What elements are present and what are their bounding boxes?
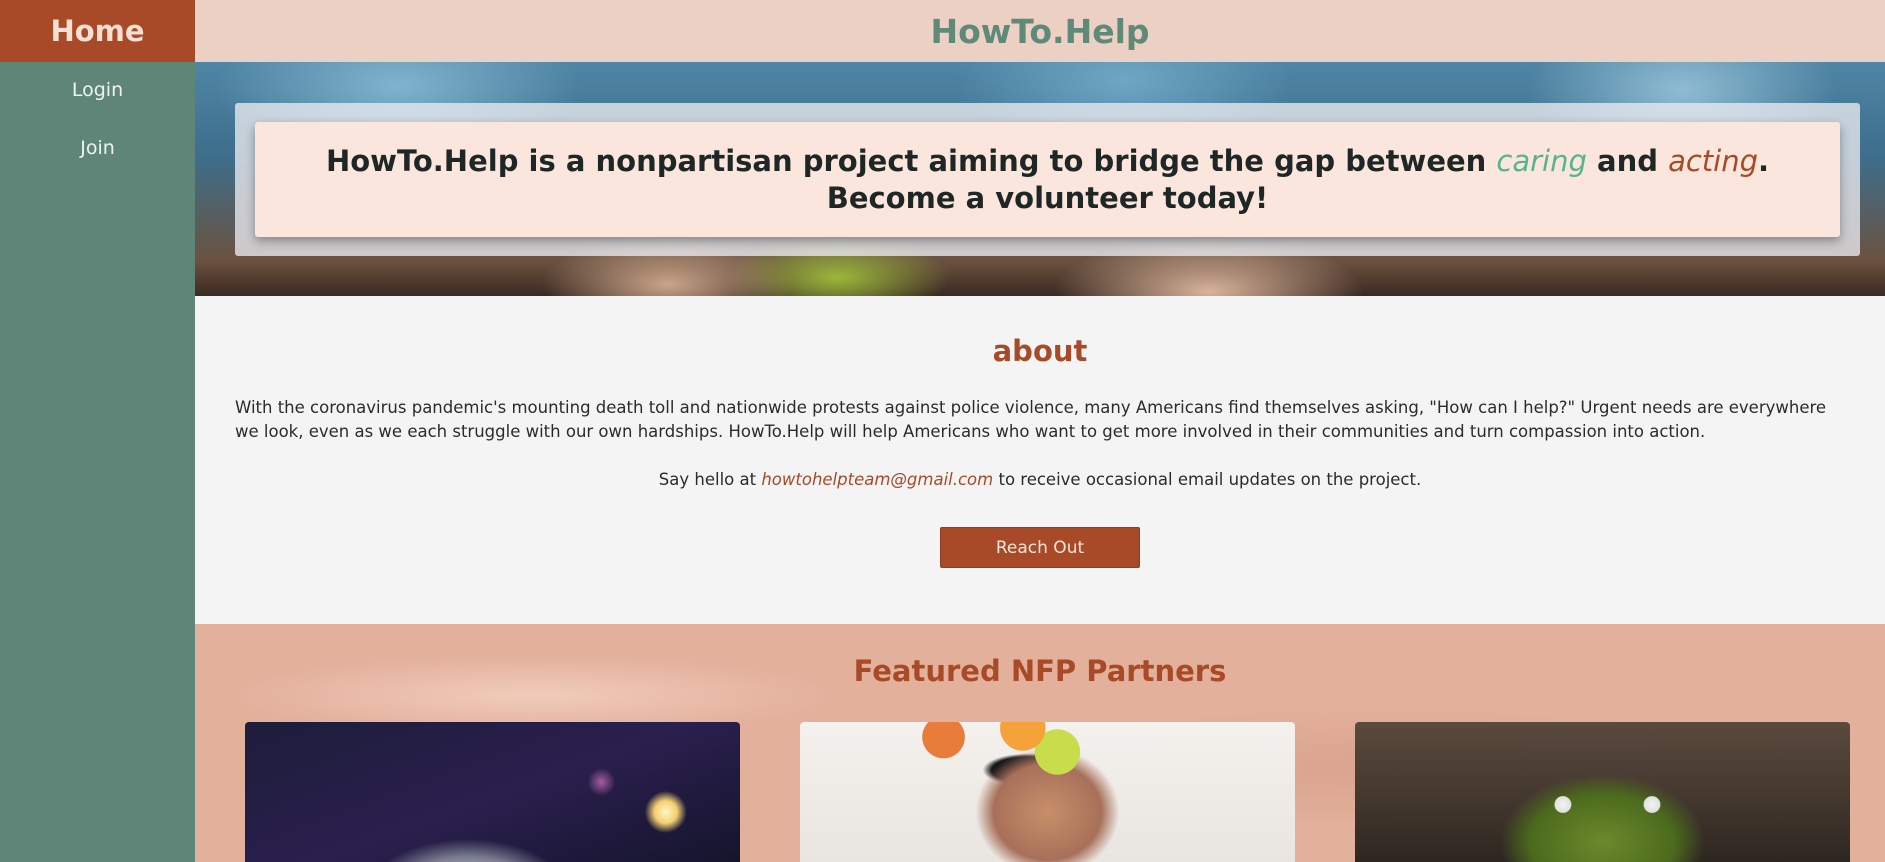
hero-card: HowTo.Help is a nonpartisan project aimi… bbox=[255, 122, 1840, 237]
partners-heading: Featured NFP Partners bbox=[853, 654, 1227, 688]
partner-card-guitarist[interactable] bbox=[800, 722, 1295, 862]
partners-section: Featured NFP Partners bbox=[195, 624, 1885, 862]
partner-card-microphone[interactable] bbox=[245, 722, 740, 862]
site-title[interactable]: HowTo.Help bbox=[930, 12, 1149, 51]
hero-text-and: and bbox=[1586, 143, 1669, 178]
login-link[interactable]: Login bbox=[0, 79, 195, 101]
hero-text-before: HowTo.Help is a nonpartisan project aimi… bbox=[325, 143, 1497, 178]
about-section: about With the coronavirus pandemic's mo… bbox=[195, 296, 1885, 624]
partner-card-oscar[interactable] bbox=[1355, 722, 1850, 862]
hero-acting-word: acting bbox=[1668, 143, 1759, 178]
about-paragraph: With the coronavirus pandemic's mounting… bbox=[235, 398, 1827, 441]
email-link[interactable]: howtohelpteam@gmail.com bbox=[761, 470, 993, 489]
about-heading: about bbox=[992, 334, 1088, 368]
hero-tagline: HowTo.Help is a nonpartisan project aimi… bbox=[295, 143, 1800, 217]
reach-out-button[interactable]: Reach Out bbox=[940, 527, 1140, 568]
hello-prefix: Say hello at bbox=[658, 470, 762, 489]
hero-banner: HowTo.Help is a nonpartisan project aimi… bbox=[195, 62, 1885, 296]
top-bar: HowTo.Help bbox=[195, 0, 1885, 62]
home-link[interactable]: Home bbox=[0, 0, 195, 62]
hero-caring-word: caring bbox=[1496, 143, 1587, 178]
main-content: HowTo.Help HowTo.Help is a nonpartisan p… bbox=[195, 0, 1885, 862]
hello-suffix: to receive occasional email updates on t… bbox=[993, 470, 1422, 489]
join-link[interactable]: Join bbox=[0, 137, 195, 159]
say-hello-line: Say hello at howtohelpteam@gmail.com to … bbox=[195, 470, 1885, 489]
sidebar: Home Login Join bbox=[0, 0, 195, 862]
